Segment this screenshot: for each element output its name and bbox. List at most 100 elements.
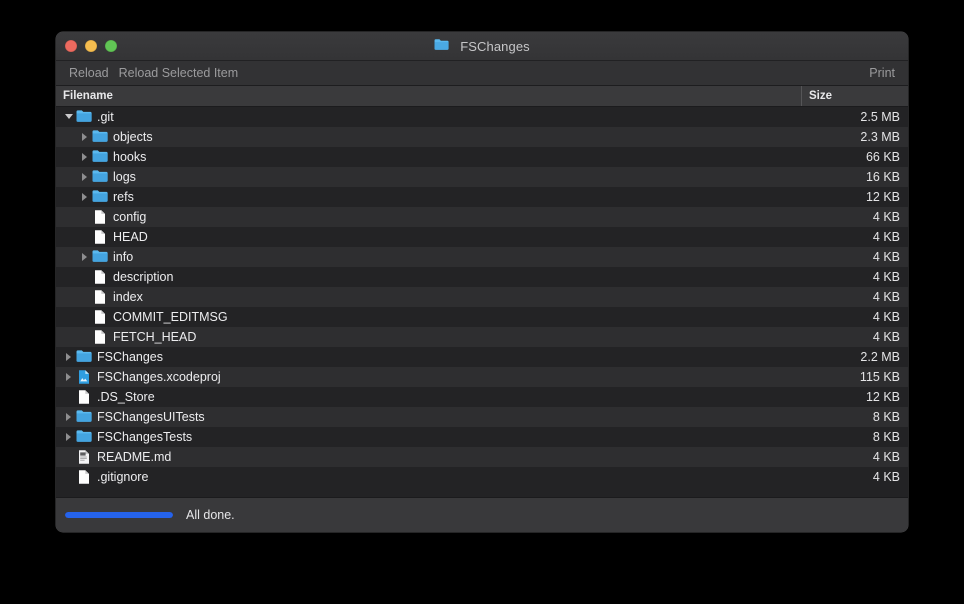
table-row[interactable]: README.md 4 KB [56, 447, 908, 467]
column-header-size[interactable]: Size [802, 86, 908, 106]
table-row[interactable]: objects 2.3 MB [56, 127, 908, 147]
document-icon [92, 229, 108, 245]
row-filename-label: objects [113, 130, 153, 144]
row-name-cell: hooks [56, 147, 802, 167]
row-size-label: 2.5 MB [860, 110, 900, 124]
row-name-cell: FSChangesUITests [56, 407, 802, 427]
row-filename-label: .DS_Store [97, 390, 155, 404]
row-filename-label: COMMIT_EDITMSG [113, 310, 228, 324]
minimize-button[interactable] [85, 40, 97, 52]
table-row[interactable]: .gitignore 4 KB [56, 467, 908, 487]
row-size-label: 8 KB [872, 430, 900, 444]
chevron-right-icon[interactable] [79, 247, 92, 267]
row-size-label: 4 KB [872, 290, 900, 304]
table-row[interactable]: .DS_Store 12 KB [56, 387, 908, 407]
row-size-label: 4 KB [872, 250, 900, 264]
chevron-right-icon[interactable] [79, 187, 92, 207]
chevron-right-icon[interactable] [79, 167, 92, 187]
table-row[interactable]: hooks 66 KB [56, 147, 908, 167]
row-name-cell: logs [56, 167, 802, 187]
row-size-label: 8 KB [872, 410, 900, 424]
row-filename-label: FSChanges.xcodeproj [97, 370, 221, 384]
folder-icon [434, 38, 450, 54]
document-icon [92, 209, 108, 225]
document-icon [76, 389, 92, 405]
close-button[interactable] [65, 40, 77, 52]
window-title: FSChanges [460, 38, 530, 54]
table-row[interactable]: info 4 KB [56, 247, 908, 267]
row-name-cell: FSChanges [56, 347, 802, 367]
row-filename-label: .gitignore [97, 470, 149, 484]
row-filename-label: logs [113, 170, 136, 184]
table-row[interactable]: HEAD 4 KB [56, 227, 908, 247]
row-filename-label: FSChangesTests [97, 430, 193, 444]
maximize-button[interactable] [105, 40, 117, 52]
table-row[interactable]: config 4 KB [56, 207, 908, 227]
app-window: FSChanges Reload Reload Selected Item Pr… [56, 32, 908, 532]
row-name-cell: .gitignore [56, 467, 802, 487]
reload-selected-item-button[interactable]: Reload Selected Item [114, 61, 244, 85]
row-name-cell: README.md [56, 447, 802, 467]
print-button[interactable]: Print [864, 61, 900, 85]
document-icon [92, 269, 108, 285]
row-filename-label: index [113, 290, 143, 304]
row-name-cell: FSChanges.xcodeproj [56, 367, 802, 387]
row-filename-label: hooks [113, 150, 147, 164]
table-row[interactable]: FSChanges 2.2 MB [56, 347, 908, 367]
table-row[interactable]: FSChangesUITests 8 KB [56, 407, 908, 427]
file-tree-list[interactable]: .git 2.5 MB objects 2.3 MB hooks 66 KB logs 16 … [56, 107, 908, 497]
folder-icon [76, 109, 92, 125]
table-row[interactable]: COMMIT_EDITMSG 4 KB [56, 307, 908, 327]
table-row[interactable]: FETCH_HEAD 4 KB [56, 327, 908, 347]
row-filename-label: README.md [97, 450, 172, 464]
row-filename-label: .git [97, 110, 114, 124]
chevron-right-icon[interactable] [63, 407, 76, 427]
chevron-right-icon[interactable] [63, 347, 76, 367]
table-row[interactable]: refs 12 KB [56, 187, 908, 207]
row-filename-label: HEAD [113, 230, 148, 244]
column-header-filename[interactable]: Filename [56, 86, 802, 106]
row-size-label: 115 KB [859, 370, 900, 384]
row-filename-label: description [113, 270, 174, 284]
table-row[interactable]: FSChangesTests 8 KB [56, 427, 908, 447]
chevron-right-icon[interactable] [79, 127, 92, 147]
row-name-cell: info [56, 247, 802, 267]
toolbar: Reload Reload Selected Item Print [56, 61, 908, 86]
reload-button[interactable]: Reload [64, 61, 114, 85]
table-row[interactable]: .git 2.5 MB [56, 107, 908, 127]
document-icon [92, 289, 108, 305]
chevron-right-icon[interactable] [63, 367, 76, 387]
status-message: All done. [186, 508, 235, 522]
row-filename-label: FETCH_HEAD [113, 330, 197, 344]
row-name-cell: .DS_Store [56, 387, 802, 407]
row-size-label: 2.3 MB [860, 130, 900, 144]
chevron-right-icon[interactable] [79, 147, 92, 167]
row-filename-label: config [113, 210, 147, 224]
row-name-cell: HEAD [56, 227, 802, 247]
row-filename-label: refs [113, 190, 134, 204]
row-size-label: 4 KB [872, 210, 900, 224]
row-filename-label: info [113, 250, 134, 264]
folder-icon [92, 189, 108, 205]
table-row[interactable]: description 4 KB [56, 267, 908, 287]
chevron-right-icon[interactable] [63, 427, 76, 447]
document-icon [92, 329, 108, 345]
row-size-label: 12 KB [865, 190, 900, 204]
chevron-down-icon[interactable] [63, 107, 76, 127]
table-row[interactable]: index 4 KB [56, 287, 908, 307]
row-name-cell: COMMIT_EDITMSG [56, 307, 802, 327]
xcodeproj-icon [76, 369, 92, 385]
row-name-cell: description [56, 267, 802, 287]
table-row[interactable]: logs 16 KB [56, 167, 908, 187]
window-title-group: FSChanges [56, 32, 908, 60]
folder-icon [92, 169, 108, 185]
row-name-cell: .git [56, 107, 802, 127]
table-row[interactable]: FSChanges.xcodeproj 115 KB [56, 367, 908, 387]
row-name-cell: objects [56, 127, 802, 147]
row-name-cell: refs [56, 187, 802, 207]
